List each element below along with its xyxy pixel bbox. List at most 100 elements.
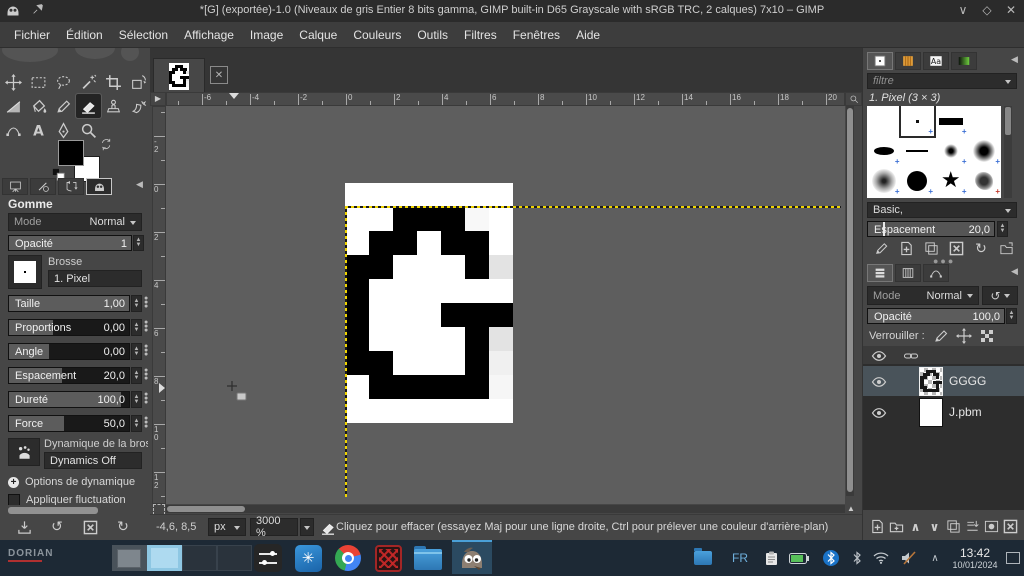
- dynamics-preview[interactable]: [8, 438, 40, 466]
- slider-spinner[interactable]: ▲▼: [131, 391, 142, 408]
- menu-fichier[interactable]: Fichier: [6, 24, 58, 46]
- panel-collapse-icon[interactable]: ◀: [1011, 54, 1018, 65]
- brush-item-soft-small[interactable]: +: [934, 136, 968, 166]
- brush-item-bar[interactable]: +: [934, 106, 968, 136]
- slider-spinner[interactable]: ▲▼: [131, 343, 142, 360]
- brush-group-select[interactable]: Basic,: [867, 202, 1017, 218]
- menu-fenetres[interactable]: Fenêtres: [505, 24, 568, 46]
- launcher-files[interactable]: [410, 542, 446, 574]
- menu-calque[interactable]: Calque: [291, 24, 345, 46]
- layer-opacity-spinner[interactable]: ▲▼: [1006, 308, 1017, 324]
- new-brush-button[interactable]: [896, 240, 916, 257]
- canvas-vscroll-thumb[interactable]: [847, 108, 853, 492]
- layer-row-jpbm[interactable]: J.pbm: [863, 397, 1024, 427]
- slider-extra-icon[interactable]: ●●●: [144, 321, 149, 334]
- foreground-color-swatch[interactable]: [58, 140, 84, 166]
- slider-spinner[interactable]: ▲▼: [131, 295, 142, 312]
- layer-name[interactable]: J.pbm: [949, 405, 982, 419]
- launcher-settings[interactable]: [250, 542, 286, 574]
- checkbox-icon[interactable]: [8, 494, 20, 505]
- tool-move[interactable]: [1, 70, 26, 94]
- horizontal-ruler[interactable]: -6-4-202468101214161820: [166, 92, 845, 106]
- add-mask-button[interactable]: [983, 518, 1000, 535]
- layer-mode-select[interactable]: ModeNormal: [867, 286, 979, 305]
- brush-item-line[interactable]: [901, 136, 935, 166]
- zoom-dropdown-button[interactable]: [300, 518, 314, 536]
- zoom-follow-icon[interactable]: [845, 92, 862, 106]
- tool-transform[interactable]: [126, 70, 151, 94]
- brush-spacing-spinner[interactable]: ▲▼: [997, 221, 1008, 237]
- tray-clipboard[interactable]: [758, 540, 784, 576]
- tab-close-icon[interactable]: ✕: [210, 66, 228, 84]
- delete-brush-button[interactable]: [946, 240, 966, 257]
- canvas-hscroll-thumb[interactable]: [167, 506, 245, 512]
- unit-select[interactable]: px: [208, 518, 246, 536]
- menu-selection[interactable]: Sélection: [111, 24, 176, 46]
- swap-colors-icon[interactable]: [100, 138, 114, 152]
- open-brush-as-image-button[interactable]: [996, 240, 1016, 257]
- layer-opacity-slider[interactable]: Opacité100,0: [867, 308, 1005, 324]
- duplicate-brush-button[interactable]: [921, 240, 941, 257]
- tray-files-window[interactable]: [690, 540, 716, 576]
- menu-aide[interactable]: Aide: [568, 24, 608, 46]
- workspace-2[interactable]: [147, 545, 182, 571]
- tool-smudge[interactable]: [126, 94, 151, 118]
- layer-list[interactable]: GGGG J.pbm: [863, 346, 1024, 510]
- launcher-chrome[interactable]: [330, 542, 366, 574]
- workspace-4[interactable]: [217, 545, 252, 571]
- launcher-media[interactable]: [370, 542, 406, 574]
- layer-row-gggg[interactable]: GGGG: [863, 366, 1024, 396]
- layers-tab-paths[interactable]: [923, 264, 949, 282]
- dock-collapse-icon[interactable]: ◀: [136, 179, 143, 190]
- slider-spinner[interactable]: ▲▼: [131, 319, 142, 336]
- tool-zoom[interactable]: [76, 118, 101, 142]
- reset-preset-button[interactable]: ↻: [111, 518, 135, 536]
- fluctuation-checkbox-row[interactable]: Appliquer fluctuation: [8, 494, 126, 505]
- edit-brush-button[interactable]: [871, 240, 891, 257]
- layer-name[interactable]: GGGG: [949, 374, 986, 388]
- tool-free-select[interactable]: [51, 70, 76, 94]
- tool-eraser[interactable]: [76, 94, 101, 118]
- layer-thumbnail[interactable]: [919, 367, 943, 396]
- menu-outils[interactable]: Outils: [409, 24, 456, 46]
- brush-item-blank[interactable]: [968, 106, 1002, 136]
- menu-affichage[interactable]: Affichage: [176, 24, 242, 46]
- tool-opacity-spinner[interactable]: ▲▼: [133, 235, 144, 251]
- tray-bluetooth-manager[interactable]: [818, 540, 844, 576]
- tool-clone[interactable]: [101, 94, 126, 118]
- slider-extra-icon[interactable]: ●●●: [144, 345, 149, 358]
- canvas-viewport[interactable]: [166, 106, 845, 504]
- tool-opacity-slider[interactable]: Opacité1: [8, 235, 132, 251]
- brush-item-circle[interactable]: +: [901, 166, 935, 196]
- menu-edition[interactable]: Édition: [58, 24, 111, 46]
- tool-slider-force[interactable]: Force50,0: [8, 415, 130, 432]
- zoom-select[interactable]: 3000 %: [250, 518, 298, 536]
- tool-rect-select[interactable]: [26, 70, 51, 94]
- dock-tab-tool-options[interactable]: [2, 178, 28, 195]
- brush-item-splat[interactable]: +: [968, 166, 1002, 196]
- show-desktop-button[interactable]: [1005, 540, 1021, 576]
- tool-ink[interactable]: [51, 118, 76, 142]
- refresh-brushes-button[interactable]: ↻: [971, 240, 991, 257]
- tool-slider-angle[interactable]: Angle0,00: [8, 343, 130, 360]
- lower-layer-button[interactable]: ∨: [926, 518, 943, 535]
- slider-extra-icon[interactable]: ●●●: [144, 369, 149, 382]
- brushes-tab-gradients[interactable]: [951, 52, 977, 70]
- new-group-button[interactable]: [888, 518, 905, 535]
- tray-clock[interactable]: 13:4210/01/2024: [946, 540, 1004, 576]
- save-preset-button[interactable]: [12, 518, 36, 536]
- tool-slider-durete[interactable]: Dureté100,0: [8, 391, 130, 408]
- brushes-tab-fonts[interactable]: Aa: [923, 52, 949, 70]
- menu-filtres[interactable]: Filtres: [456, 24, 505, 46]
- layers-tab-layers[interactable]: [867, 264, 893, 282]
- tool-slider-proportions[interactable]: Proportions0,00: [8, 319, 130, 336]
- raise-layer-button[interactable]: ∧: [907, 518, 924, 535]
- canvas-hscrollbar[interactable]: [166, 505, 845, 513]
- brush-item-ellipse[interactable]: +: [867, 136, 901, 166]
- workspace-3[interactable]: [182, 545, 217, 571]
- layer-visible-icon[interactable]: [871, 405, 889, 419]
- delete-layer-button[interactable]: [1002, 518, 1019, 535]
- brush-item-blank[interactable]: [867, 106, 901, 136]
- image-tab[interactable]: [153, 58, 205, 94]
- launcher-software[interactable]: ✳: [290, 542, 326, 574]
